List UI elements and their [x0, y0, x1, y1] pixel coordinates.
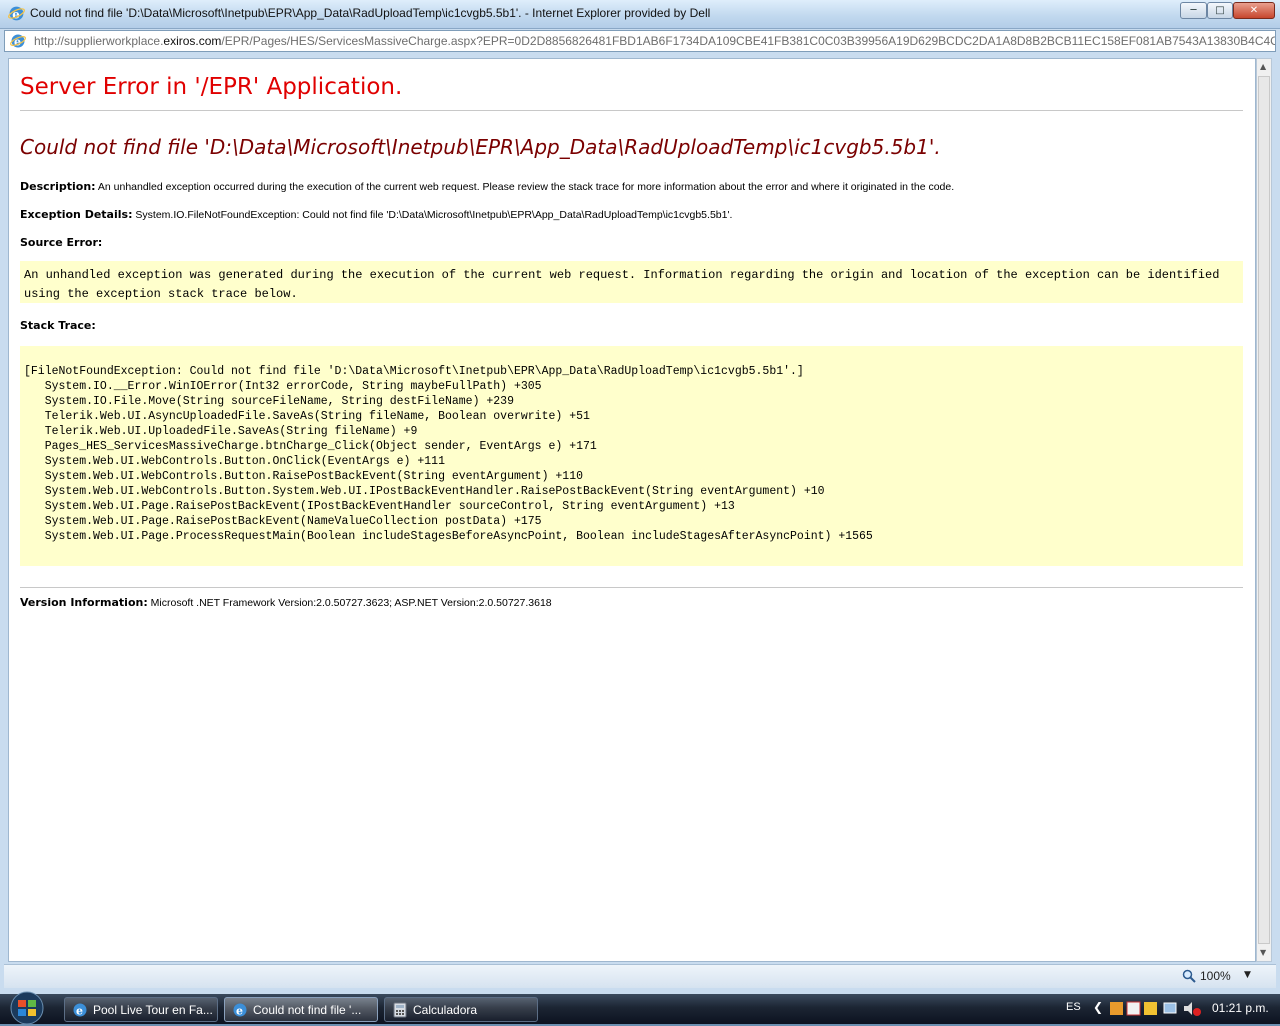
calculator-icon [393, 1002, 407, 1018]
page-title: Server Error in '/EPR' Application. [20, 74, 403, 100]
taskbar-item-error-page[interactable]: e Could not find file '... [224, 997, 378, 1022]
taskbar-item-calculadora[interactable]: Calculadora [384, 997, 538, 1022]
stack-trace-line: System.Web.UI.WebControls.Button.RaisePo… [24, 470, 583, 483]
svg-text:e: e [76, 1005, 83, 1018]
stack-trace-line: System.Web.UI.WebControls.Button.System.… [24, 485, 825, 498]
system-tray[interactable] [1108, 1000, 1206, 1018]
stack-trace-line: System.Web.UI.Page.ProcessRequestMain(Bo… [24, 530, 873, 543]
maximize-icon: □ [1215, 5, 1225, 16]
url-prefix: http://supplierworkplace. [34, 34, 164, 48]
ie-icon: e [233, 1003, 247, 1018]
exception-label: Exception Details: [20, 208, 133, 221]
stack-trace-line: System.Web.UI.Page.RaisePostBackEvent(IP… [24, 500, 735, 513]
scroll-thumb[interactable] [1258, 76, 1270, 944]
maximize-button[interactable]: □ [1207, 2, 1233, 19]
address-bar[interactable]: e http://supplierworkplace.exiros.com/EP… [4, 30, 1276, 52]
browser-window: e Could not find file 'D:\Data\Microsoft… [0, 0, 1280, 994]
title-bar[interactable]: e Could not find file 'D:\Data\Microsoft… [0, 0, 1280, 29]
url-domain: exiros.com [163, 34, 222, 48]
tray-app-icon [1110, 1002, 1123, 1015]
scroll-down-icon[interactable]: ▼ [1260, 948, 1266, 957]
version-label: Version Information: [20, 596, 148, 609]
tray-folder-icon [1144, 1002, 1157, 1015]
taskbar-item-label: Calculadora [413, 1003, 478, 1017]
stack-trace-line: Telerik.Web.UI.AsyncUploadedFile.SaveAs(… [24, 410, 590, 423]
ie-icon: e [8, 6, 25, 21]
mute-badge-icon [1193, 1008, 1201, 1016]
scroll-up-icon[interactable]: ▲ [1260, 62, 1266, 71]
ie-icon: e [73, 1003, 87, 1018]
status-bar: 100% ▼ [4, 964, 1276, 988]
stack-trace-box: [FileNotFoundException: Could not find f… [20, 346, 1243, 566]
source-error-box: An unhandled exception was generated dur… [20, 261, 1243, 303]
windows-start-icon[interactable] [2, 990, 52, 1026]
description-label: Description: [20, 180, 96, 193]
taskbar: e Pool Live Tour en Fa... e Could not fi… [0, 991, 1280, 1025]
vertical-scrollbar[interactable]: ▲ ▼ [1256, 58, 1272, 962]
description-text: An unhandled exception occurred during t… [95, 181, 955, 193]
minimize-button[interactable]: ─ [1180, 2, 1207, 19]
close-icon: ✕ [1249, 5, 1259, 16]
zoom-level[interactable]: 100% [1200, 969, 1231, 983]
stack-trace-label: Stack Trace: [20, 319, 96, 332]
stack-trace-line: System.IO.__Error.WinIOError(Int32 error… [24, 380, 542, 393]
taskbar-item-pool-live-tour[interactable]: e Pool Live Tour en Fa... [64, 997, 218, 1022]
taskbar-item-label: Could not find file '... [253, 1003, 362, 1017]
window-title: Could not find file 'D:\Data\Microsoft\I… [30, 6, 711, 20]
svg-text:e: e [236, 1005, 243, 1018]
page-ie-icon: e [10, 34, 26, 49]
minimize-icon: ─ [1190, 5, 1197, 16]
stack-trace-line: [FileNotFoundException: Could not find f… [24, 365, 804, 378]
page-content: Server Error in '/EPR' Application. Coul… [8, 58, 1256, 962]
stack-trace-line: System.Web.UI.WebControls.Button.OnClick… [24, 455, 445, 468]
tray-security-icon [1126, 1001, 1141, 1016]
taskbar-clock[interactable]: 01:21 p.m. [1212, 1001, 1269, 1015]
taskbar-item-label: Pool Live Tour en Fa... [93, 1003, 213, 1017]
volume-icon [1184, 1002, 1192, 1015]
source-error-label: Source Error: [20, 236, 103, 249]
divider [20, 587, 1243, 588]
address-url[interactable]: http://supplierworkplace.exiros.com/EPR/… [34, 34, 1276, 48]
close-button[interactable]: ✕ [1233, 2, 1275, 19]
exception-details-line: Exception Details: System.IO.FileNotFoun… [20, 208, 732, 221]
version-line: Version Information: Microsoft .NET Fram… [20, 596, 552, 609]
exception-text: System.IO.FileNotFoundException: Could n… [132, 209, 733, 221]
stack-trace-line: Pages_HES_ServicesMassiveCharge.btnCharg… [24, 440, 597, 453]
stack-trace-line: System.Web.UI.Page.RaisePostBackEvent(Na… [24, 515, 542, 528]
version-text: Microsoft .NET Framework Version:2.0.507… [147, 597, 552, 609]
stack-trace-line: Telerik.Web.UI.UploadedFile.SaveAs(Strin… [24, 425, 418, 438]
divider [20, 110, 1243, 111]
url-path: /EPR/Pages/HES/ServicesMassiveCharge.asp… [221, 34, 1276, 48]
language-indicator[interactable]: ES [1066, 1001, 1081, 1013]
error-title: Could not find file 'D:\Data\Microsoft\I… [20, 135, 941, 159]
tray-expand-icon[interactable]: ❮ [1093, 1000, 1103, 1014]
description-line: Description: An unhandled exception occu… [20, 180, 954, 193]
zoom-dropdown-icon[interactable]: ▼ [1244, 970, 1251, 980]
network-icon [1163, 1002, 1177, 1014]
zoom-icon[interactable] [1182, 969, 1196, 983]
stack-trace-line: System.IO.File.Move(String sourceFileNam… [24, 395, 514, 408]
